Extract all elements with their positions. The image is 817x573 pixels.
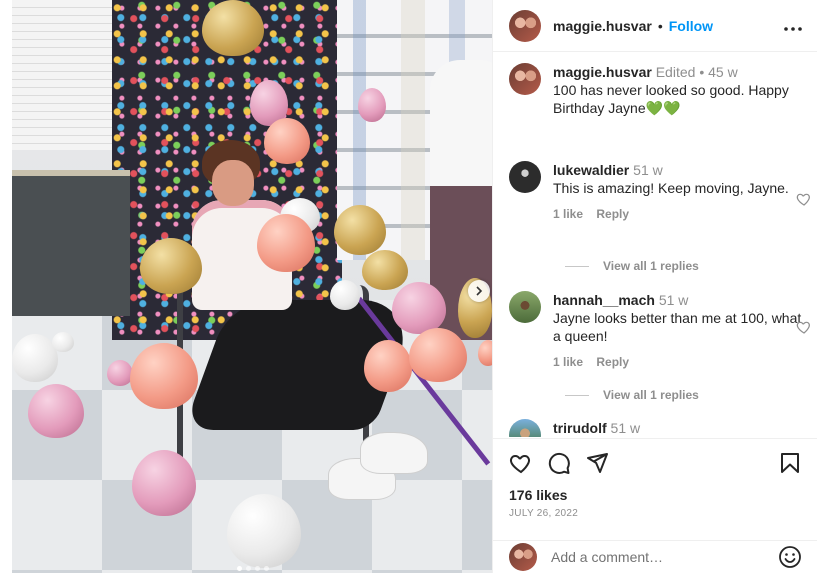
comment-like-heart-icon[interactable] [796, 191, 812, 207]
balloon [409, 328, 467, 382]
balloon [132, 450, 196, 516]
post-actions: 176 likes JULY 26, 2022 [493, 438, 817, 549]
author-username[interactable]: maggie.husvar [553, 18, 652, 34]
likes-count[interactable]: 176 likes [509, 487, 567, 503]
balloon [107, 360, 133, 386]
heart-icon[interactable] [509, 451, 533, 475]
photo-shoe [360, 432, 428, 474]
comment-username[interactable]: hannah__mach [553, 292, 655, 308]
comment-bar [493, 540, 817, 573]
header-separator: • [657, 17, 663, 34]
reply-button[interactable]: Reply [596, 207, 629, 221]
emoji-icon[interactable] [778, 545, 802, 569]
balloon [130, 343, 198, 409]
comment-input[interactable] [549, 548, 773, 566]
balloon [28, 384, 84, 438]
caption-age: 45 w [708, 64, 738, 80]
comment-item: lukewaldier 51 w This is amazing! Keep m… [509, 161, 802, 223]
more-options-icon[interactable] [784, 15, 802, 36]
comments-scroll-area[interactable]: maggie.husvar Edited • 45 w 100 has neve… [493, 53, 817, 437]
post-photo[interactable] [12, 0, 492, 573]
photo-counter [12, 170, 130, 316]
balloon [52, 332, 74, 352]
balloon [392, 282, 446, 334]
carousel-next-button[interactable] [468, 280, 490, 302]
comment-text: This is amazing! Keep moving, Jayne. [553, 180, 789, 196]
comment-age: 51 w [633, 162, 663, 178]
balloon [478, 340, 492, 366]
caption-avatar[interactable] [509, 63, 541, 95]
comment-username[interactable]: lukewaldier [553, 162, 629, 178]
caption-dot: • [699, 64, 705, 80]
comment-icon[interactable] [547, 451, 571, 475]
photo-window-blinds [12, 0, 122, 150]
comment-avatar[interactable] [509, 291, 541, 323]
comment-item: trirudolf 51 w [509, 419, 802, 437]
post-date: JULY 26, 2022 [509, 508, 579, 519]
post-header: maggie.husvar • Follow [493, 0, 817, 52]
current-user-avatar [509, 543, 537, 571]
comment-age: 51 w [658, 292, 689, 308]
caption-edited: Edited [655, 64, 696, 80]
balloon [364, 340, 412, 392]
carousel-dot [246, 566, 251, 571]
author-avatar[interactable] [509, 9, 541, 42]
caption-username[interactable]: maggie.husvar [553, 64, 652, 80]
balloon [140, 238, 202, 294]
caption: maggie.husvar Edited • 45 w 100 has neve… [509, 63, 802, 117]
comment-age: 51 w [610, 420, 641, 436]
carousel-dot [237, 566, 242, 571]
share-icon[interactable] [585, 451, 609, 475]
comment-text: Jayne looks better than me at 100, what … [553, 310, 802, 344]
balloon [358, 88, 386, 122]
reply-button[interactable]: Reply [596, 355, 629, 369]
photo-woman-face [212, 160, 254, 206]
balloon [227, 494, 301, 568]
balloon [330, 280, 360, 310]
chevron-right-icon [476, 286, 483, 296]
balloon [202, 0, 264, 56]
comment-likes[interactable]: 1 like [553, 355, 583, 369]
comment-avatar[interactable] [509, 161, 541, 193]
comment-like-heart-icon[interactable] [796, 319, 812, 335]
carousel-dot [264, 566, 269, 571]
post-side-panel: maggie.husvar • Follow maggie.husvar Edi… [492, 0, 817, 573]
follow-button[interactable]: Follow [669, 18, 713, 34]
view-replies-button[interactable]: View all 1 replies [565, 388, 699, 402]
balloon [257, 214, 315, 272]
comment-likes[interactable]: 1 like [553, 207, 583, 221]
balloon [264, 118, 310, 164]
bookmark-icon[interactable] [778, 451, 802, 475]
comment-username[interactable]: trirudolf [553, 420, 607, 436]
green-heart-emoji: 💚💚 [645, 100, 681, 116]
comment-avatar[interactable] [509, 419, 541, 437]
comment-item: hannah__mach 51 w Jayne looks better tha… [509, 291, 802, 371]
balloon [334, 205, 386, 255]
balloon [362, 250, 408, 290]
carousel-dot [255, 566, 260, 571]
carousel-dots [237, 566, 269, 571]
view-replies-button[interactable]: View all 1 replies [565, 259, 699, 273]
